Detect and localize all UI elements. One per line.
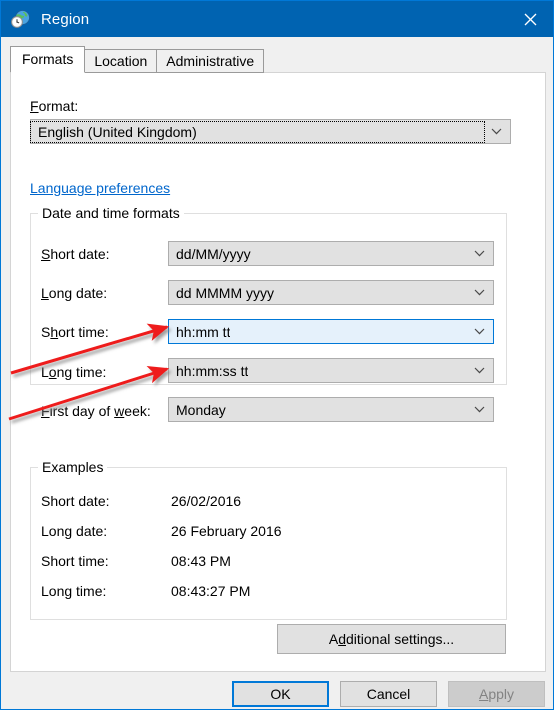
additional-settings-button[interactable]: Additional settings... xyxy=(277,624,506,654)
long-date-combobox[interactable]: dd MMMM yyyy xyxy=(168,280,494,305)
cancel-button[interactable]: Cancel xyxy=(340,681,437,707)
long-time-label: Long time: xyxy=(41,364,107,380)
example-long-date-value: 26 February 2016 xyxy=(171,523,282,539)
language-preferences-link[interactable]: Language preferences xyxy=(30,180,170,196)
chevron-down-icon xyxy=(474,320,485,343)
short-date-combobox[interactable]: dd/MM/yyyy xyxy=(168,241,494,266)
formats-tab-panel: Format: English (United Kingdom) Languag… xyxy=(10,72,546,672)
chevron-down-icon xyxy=(474,281,485,304)
tab-formats[interactable]: Formats xyxy=(10,46,86,73)
example-long-date-label: Long date: xyxy=(41,523,108,539)
short-time-label: Short time: xyxy=(41,324,109,340)
cancel-button-label: Cancel xyxy=(366,686,411,702)
example-long-time-label: Long time: xyxy=(41,583,107,599)
additional-settings-label: Additional settings... xyxy=(328,631,455,647)
example-short-time-label: Short time: xyxy=(41,553,109,569)
tab-location[interactable]: Location xyxy=(84,49,158,73)
first-day-of-week-combobox[interactable]: Monday xyxy=(168,397,494,422)
ok-button-label: OK xyxy=(270,686,291,702)
chevron-down-icon xyxy=(474,242,485,265)
example-long-time-value: 08:43:27 PM xyxy=(171,583,251,599)
examples-group-title: Examples xyxy=(38,459,108,475)
long-time-value: hh:mm:ss tt xyxy=(176,362,249,379)
close-icon[interactable] xyxy=(507,1,553,37)
chevron-down-icon xyxy=(491,120,502,143)
tab-strip: Formats Location Administrative xyxy=(10,46,265,73)
first-day-of-week-value: Monday xyxy=(176,401,226,418)
title-bar: Region xyxy=(1,1,553,37)
short-date-value: dd/MM/yyyy xyxy=(176,245,251,262)
ok-button[interactable]: OK xyxy=(232,681,329,707)
tab-administrative[interactable]: Administrative xyxy=(156,49,265,73)
long-date-label: Long date: xyxy=(41,285,108,301)
region-dialog: Region Formats Location Administrative F… xyxy=(0,0,554,710)
apply-button-label: Apply xyxy=(478,686,515,702)
date-time-formats-group-title: Date and time formats xyxy=(38,205,184,221)
dialog-button-bar: OK Cancel Apply xyxy=(1,673,553,709)
long-time-combobox[interactable]: hh:mm:ss tt xyxy=(168,358,494,383)
tab-administrative-label: Administrative xyxy=(166,53,255,69)
long-date-value: dd MMMM yyyy xyxy=(176,284,274,301)
region-globe-clock-icon xyxy=(11,9,31,29)
short-time-combobox[interactable]: hh:mm tt xyxy=(168,319,494,344)
chevron-down-icon xyxy=(474,398,485,421)
tab-location-label: Location xyxy=(94,53,148,69)
apply-button: Apply xyxy=(448,681,545,707)
example-short-date-label: Short date: xyxy=(41,493,110,509)
chevron-down-icon xyxy=(474,359,485,382)
short-date-label: Short date: xyxy=(41,246,110,262)
format-combobox-value: English (United Kingdom) xyxy=(30,120,485,143)
format-combobox[interactable]: English (United Kingdom) xyxy=(30,119,511,144)
example-short-date-value: 26/02/2016 xyxy=(171,493,242,509)
tab-formats-label: Formats xyxy=(22,51,74,67)
short-time-value: hh:mm tt xyxy=(176,323,231,340)
example-short-time-value: 08:43 PM xyxy=(171,553,231,569)
window-title: Region xyxy=(41,10,90,28)
first-day-of-week-label: First day of week: xyxy=(41,403,151,419)
format-label: Format: xyxy=(30,98,79,114)
